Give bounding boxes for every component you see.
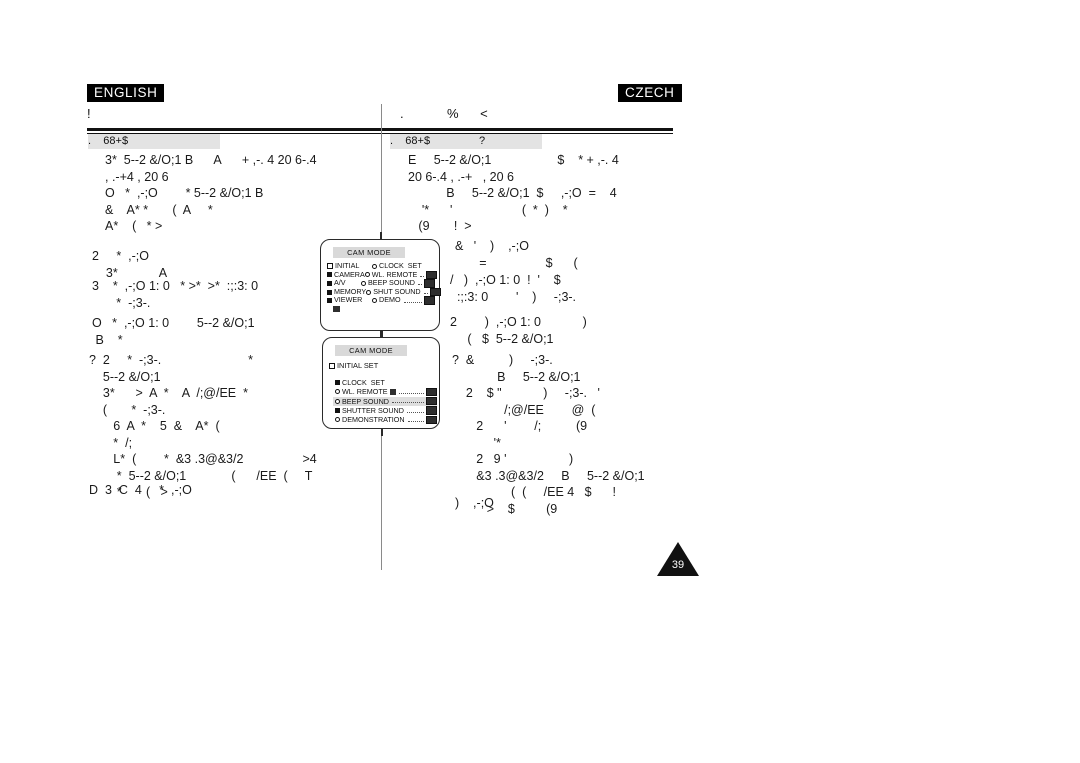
- folder-icon: [335, 380, 340, 386]
- lcd-submenu-item-label: DEMONSTRATION: [342, 415, 405, 425]
- body-paragraph-cz-3: / ) ,-;O 1: 0 ! ' $ :;:3: 0 ' ) -;3-.: [450, 273, 577, 304]
- lcd-submenu-item-label: WL. REMOTE: [342, 387, 388, 397]
- lcd-notch-bottom: [381, 428, 383, 436]
- lcd-menu-option-label: DEMO: [379, 295, 401, 305]
- lcd-menu-grid: INITIAL CLOCK SET CAMERA WL. REMOTE A/V BEEP …: [327, 261, 441, 305]
- folder-open-icon: [327, 263, 333, 270]
- leader-dots: [420, 271, 425, 277]
- lcd-submenu-item-label: BEEP SOUND: [342, 396, 389, 406]
- body-paragraph-cz-1: E 5--2 &/O;1 $ * + ,-. 4 20 6-.4 , .-+ ,…: [408, 153, 619, 233]
- radio-marker-icon: [372, 263, 377, 269]
- folder-icon: [329, 362, 335, 369]
- leader-dots: [407, 416, 424, 422]
- folder-icon: [335, 408, 340, 414]
- leader-dots: [392, 397, 424, 404]
- lcd-submenu-item-selected[interactable]: BEEP SOUND: [333, 396, 437, 406]
- language-tag-english: ENGLISH: [87, 84, 165, 102]
- lcd-submenu-list: CLOCK SET WL. REMOTE BEEP SOUND SHUTTER SOU…: [333, 378, 437, 424]
- lcd-submenu-item[interactable]: DEMONSTRATION: [333, 415, 437, 424]
- lcd-menu-category-label: VIEWER: [334, 295, 363, 305]
- lcd-notch-top: [381, 330, 383, 338]
- lcd-value-badge-icon: [426, 387, 437, 397]
- folder-icon: [327, 298, 332, 304]
- lcd-submenu-header: INITIAL SET: [329, 361, 378, 370]
- lcd-inline-badge-icon: [389, 389, 396, 395]
- leader-dots: [403, 297, 422, 303]
- radio-marker-icon: [361, 280, 366, 286]
- lcd-value-badge-icon: [424, 279, 435, 288]
- lcd-notch-top: [380, 232, 382, 240]
- body-paragraph-cz-6: ) ,-;O: [455, 496, 494, 510]
- folder-icon: [327, 280, 332, 286]
- body-paragraph-en-1: 3* 5--2 &/O;1 B A + ,-. 4 20 6-.4 , .-+4…: [105, 153, 317, 233]
- lcd-submenu-item[interactable]: SHUTTER SOUND: [333, 406, 437, 415]
- folder-icon: [327, 272, 332, 278]
- lcd-submenu-item-label: CLOCK SET: [342, 378, 385, 387]
- page-title-czech: . % <: [400, 106, 488, 121]
- lcd-screenshot-initial-set: CAM MODE INITIAL SET CLOCK SET WL. REMOTE…: [322, 330, 440, 436]
- body-paragraph-en-4: O * ,-;O 1: 0 5--2 &/O;1 B *: [92, 316, 255, 347]
- body-paragraph-cz-5: ? & ) -;3-. B 5--2 &/O;1 2 $ " ) -;3-. '…: [452, 353, 645, 516]
- header-rule-thick: [87, 128, 673, 131]
- manual-page: ENGLISH CZECH ! . % < . 68+$ . 68+$ ? 3*…: [0, 0, 1080, 763]
- leader-dots: [398, 388, 424, 394]
- radio-marker-icon: [335, 398, 340, 404]
- radio-marker-icon: [372, 298, 377, 304]
- lcd-screenshot-cam-mode-main: CAM MODE INITIAL CLOCK SET CAMERA WL. REMOT…: [320, 232, 441, 338]
- lcd-cursor-badge-icon: [333, 306, 340, 312]
- radio-marker-icon: [335, 389, 340, 395]
- radio-marker-icon: [335, 417, 340, 423]
- section-heading-czech: . 68+$ ?: [390, 134, 542, 149]
- body-paragraph-en-2: 2 * ,-;O 3* A: [92, 249, 168, 280]
- lcd-submenu-item[interactable]: CLOCK SET: [333, 378, 437, 387]
- language-tag-czech: CZECH: [618, 84, 682, 102]
- radio-marker-icon: [364, 272, 370, 278]
- page-title-row: ! . % <: [87, 106, 673, 128]
- lcd-submenu-item-label: SHUTTER SOUND: [342, 405, 404, 415]
- section-heading-english: . 68+$: [88, 134, 220, 149]
- lcd-title-cam-mode: CAM MODE: [335, 345, 407, 356]
- folder-icon: [327, 289, 332, 295]
- lcd-submenu-item[interactable]: WL. REMOTE: [333, 387, 437, 396]
- leader-dots: [406, 407, 424, 413]
- lcd-value-badge-icon: [426, 406, 437, 415]
- lcd-value-badge-icon: [426, 415, 437, 425]
- lcd-title-cam-mode: CAM MODE: [333, 247, 405, 258]
- body-paragraph-en-6: D 3 C 4 * ,-;O: [89, 483, 192, 497]
- lcd-value-badge-icon: [426, 270, 438, 280]
- leader-dots: [423, 288, 428, 295]
- lcd-submenu-header-label: INITIAL SET: [337, 361, 379, 370]
- body-paragraph-en-3: 3 * ,-;O 1: 0 * >* >* :;:3: 0 * -;3-.: [92, 279, 259, 310]
- radio-marker-icon: [366, 289, 372, 295]
- page-title-english: !: [87, 106, 91, 121]
- body-paragraph-en-5: ? 2 * -;3-. * 5--2 &/O;1 3* > A * A /;@/…: [89, 353, 317, 499]
- body-paragraph-cz-2: & ' ) ,-;O = $ (: [455, 239, 578, 270]
- body-paragraph-cz-4: 2 ) ,-;O 1: 0 ) ( $ 5--2 &/O;1: [450, 315, 587, 346]
- leader-dots: [418, 279, 422, 286]
- lcd-value-badge-icon: [429, 287, 441, 297]
- page-number-badge: 39: [657, 542, 699, 576]
- lcd-menu-option[interactable]: SHUT SOUND: [366, 287, 441, 297]
- lcd-value-badge-icon: [424, 296, 435, 305]
- lcd-value-badge-icon: [426, 396, 437, 406]
- page-number-label: 39: [671, 559, 685, 571]
- lcd-menu-option[interactable]: DEMO: [372, 296, 435, 305]
- lcd-menu-row[interactable]: VIEWER DEMO: [327, 296, 435, 305]
- lcd-menu-category[interactable]: VIEWER: [327, 296, 372, 305]
